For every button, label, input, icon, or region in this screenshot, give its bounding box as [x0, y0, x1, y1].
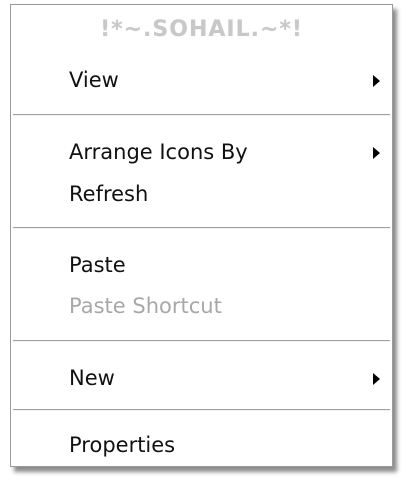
menu-item-label: Paste [69, 253, 126, 277]
menu-item-label: Refresh [69, 182, 149, 206]
submenu-arrow-icon [373, 75, 380, 87]
submenu-arrow-icon [373, 147, 380, 159]
menu-separator [13, 227, 390, 229]
menu-separator [13, 409, 390, 411]
menu-item-label: View [69, 68, 119, 92]
menu-separator [13, 340, 390, 342]
menu-header-title: !*~.SOHAIL.~*! [100, 17, 303, 42]
menu-item-paste[interactable]: Paste [11, 248, 392, 282]
desktop-context-menu: !*~.SOHAIL.~*! View Arrange Icons By Ref… [10, 4, 393, 467]
menu-item-properties[interactable]: Properties [11, 428, 392, 462]
menu-item-new[interactable]: New [11, 361, 392, 395]
menu-item-label: New [69, 366, 115, 390]
menu-item-refresh[interactable]: Refresh [11, 177, 392, 211]
menu-item-arrange-icons-by[interactable]: Arrange Icons By [11, 135, 392, 169]
menu-item-label: Paste Shortcut [69, 294, 222, 318]
menu-item-view[interactable]: View [11, 63, 392, 97]
menu-separator [13, 114, 390, 116]
menu-item-label: Arrange Icons By [69, 140, 248, 164]
submenu-arrow-icon [373, 373, 380, 385]
menu-item-paste-shortcut: Paste Shortcut [11, 289, 392, 323]
menu-item-label: Properties [69, 433, 176, 457]
